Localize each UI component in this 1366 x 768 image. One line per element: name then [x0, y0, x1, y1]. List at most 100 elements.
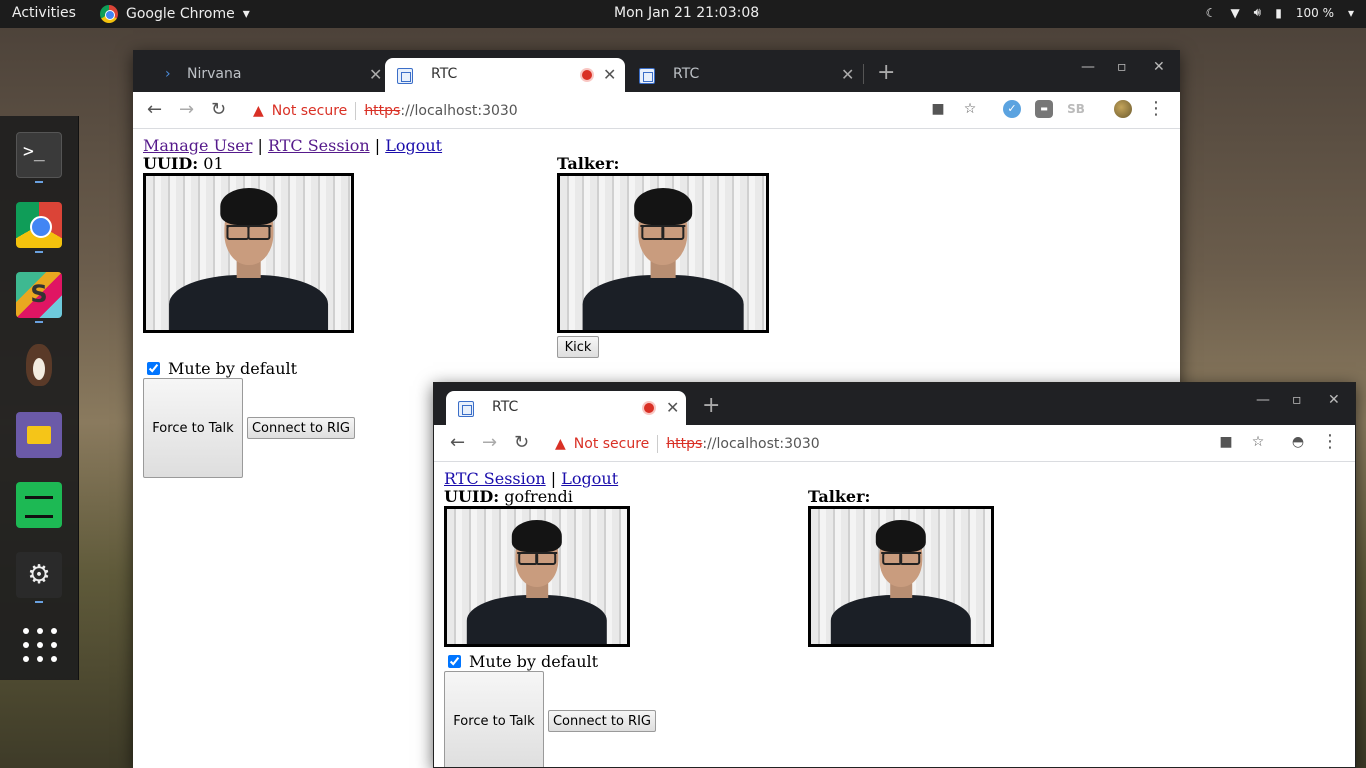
reload-icon[interactable]: ↻	[514, 432, 529, 453]
close-icon[interactable]: ✕	[603, 65, 616, 84]
mute-default-checkbox[interactable]: Mute by default	[147, 359, 297, 378]
forward-arrow-icon[interactable]: →	[482, 432, 497, 453]
kick-button[interactable]: Kick	[557, 336, 599, 358]
camera-icon[interactable]: ■	[1217, 433, 1235, 451]
url-host: ://localhost:3030	[400, 103, 518, 119]
steam-icon[interactable]: ⚙	[16, 552, 62, 598]
terminal-icon[interactable]: >_	[16, 132, 62, 178]
rtc-session-link[interactable]: RTC Session	[268, 136, 370, 155]
clock[interactable]: Mon Jan 21 21:03:08	[614, 5, 759, 21]
tab-nirvana[interactable]: › Nirvana ✕	[141, 58, 383, 92]
window-close-icon[interactable]: ✕	[1328, 392, 1340, 408]
page-content: RTC Session | Logout UUID: gofrendi Talk…	[434, 463, 1355, 767]
menu-kebab-icon[interactable]: ⋮	[1321, 433, 1339, 451]
tab-strip: › Nirvana ✕ RTC ✕ RTC ✕ + — ▫ ✕	[133, 50, 1180, 92]
new-tab-icon[interactable]: +	[702, 393, 720, 418]
talker-heading: Talker:	[557, 154, 620, 173]
logout-link[interactable]: Logout	[385, 136, 442, 155]
maximize-icon[interactable]: ▫	[1117, 59, 1127, 75]
connect-to-rig-button[interactable]: Connect to RIG	[548, 710, 656, 732]
reload-icon[interactable]: ↻	[211, 99, 226, 120]
spotify-icon[interactable]	[16, 482, 62, 528]
app-menu[interactable]: Google Chrome ▾	[100, 5, 250, 23]
warning-icon: ▲	[555, 436, 566, 452]
url-host: ://localhost:3030	[702, 436, 820, 452]
close-icon[interactable]: ✕	[666, 398, 679, 417]
local-video	[444, 506, 630, 647]
url-scheme: https	[364, 103, 401, 119]
camera-icon[interactable]: ■	[929, 100, 947, 118]
mute-checkbox-input[interactable]	[448, 655, 461, 668]
running-indicator	[35, 321, 43, 323]
maximize-icon[interactable]: ▫	[1292, 392, 1302, 408]
close-icon[interactable]: ✕	[841, 65, 854, 84]
local-video	[143, 173, 354, 333]
logout-link[interactable]: Logout	[561, 469, 618, 488]
minimize-icon[interactable]: —	[1081, 59, 1095, 75]
chevron-down-icon: ▾	[242, 6, 250, 22]
force-to-talk-button[interactable]: Force to Talk	[143, 378, 243, 478]
profile-avatar-icon[interactable]	[1114, 100, 1132, 118]
battery-icon: ▮	[1275, 5, 1282, 20]
system-tray[interactable]: ☾ ▼ 🔊︎ ▮ 100 % ▾	[1206, 5, 1354, 20]
address-bar[interactable]: ▲ Not secure https ://localhost:3030	[555, 431, 820, 457]
bird-icon[interactable]	[16, 342, 62, 388]
uuid-line: UUID: 01	[143, 154, 224, 173]
talker-video	[557, 173, 769, 333]
talker-heading: Talker:	[808, 487, 871, 506]
uuid-line: UUID: gofrendi	[444, 487, 573, 506]
chrome-icon	[100, 5, 118, 23]
tab-rtc-second[interactable]: RTC ✕	[627, 58, 867, 92]
nav-links: Manage User | RTC Session | Logout	[143, 136, 442, 155]
slack-icon[interactable]	[16, 272, 62, 318]
recording-icon	[644, 403, 654, 413]
back-arrow-icon[interactable]: ←	[147, 99, 162, 120]
dock: >_ ⚙	[0, 116, 79, 680]
extension-blue-icon[interactable]: ✓	[1003, 100, 1021, 118]
new-tab-icon[interactable]: +	[877, 60, 895, 85]
extension-line-icon[interactable]: ▬	[1035, 100, 1053, 118]
menu-kebab-icon[interactable]: ⋮	[1147, 100, 1165, 118]
talker-video	[808, 506, 994, 647]
night-light-icon: ☾	[1205, 5, 1217, 20]
running-indicator	[35, 251, 43, 253]
mute-checkbox-input[interactable]	[147, 362, 160, 375]
incognito-icon[interactable]: ◓	[1289, 433, 1307, 451]
files-icon[interactable]	[16, 412, 62, 458]
nav-separator: |	[374, 136, 381, 155]
tab-rtc-active[interactable]: RTC ✕	[385, 58, 625, 92]
extension-sb-icon[interactable]: SB	[1067, 100, 1085, 118]
activities-button[interactable]: Activities	[12, 5, 76, 21]
rtc-favicon-icon	[639, 68, 655, 84]
mute-default-checkbox[interactable]: Mute by default	[448, 652, 598, 671]
url-divider	[355, 102, 357, 120]
chrome-icon[interactable]	[16, 202, 62, 248]
back-arrow-icon[interactable]: ←	[450, 432, 465, 453]
rtc-session-link[interactable]: RTC Session	[444, 469, 546, 488]
recording-icon	[582, 70, 592, 80]
minimize-icon[interactable]: —	[1256, 392, 1270, 408]
nav-separator: |	[550, 469, 557, 488]
star-icon[interactable]: ☆	[1249, 433, 1267, 451]
star-icon[interactable]: ☆	[961, 100, 979, 118]
manage-user-link[interactable]: Manage User	[143, 136, 252, 155]
address-bar[interactable]: ▲ Not secure https ://localhost:3030	[253, 98, 518, 124]
mute-label: Mute by default	[469, 652, 599, 671]
tab-title: Nirvana	[187, 66, 242, 82]
force-to-talk-button[interactable]: Force to Talk	[444, 671, 544, 767]
not-secure-label: Not secure	[271, 103, 348, 119]
tab-title: RTC	[492, 399, 519, 415]
close-icon[interactable]: ✕	[369, 65, 382, 84]
app-grid-icon[interactable]	[16, 622, 62, 668]
forward-arrow-icon[interactable]: →	[179, 99, 194, 120]
uuid-value: gofrendi	[499, 487, 573, 506]
window-close-icon[interactable]: ✕	[1153, 59, 1165, 75]
uuid-label: UUID:	[444, 487, 500, 506]
connect-to-rig-button[interactable]: Connect to RIG	[247, 417, 355, 439]
battery-percent: 100 %	[1295, 5, 1334, 20]
rtc-favicon-icon	[397, 68, 413, 84]
gnome-top-bar: Activities Google Chrome ▾ Mon Jan 21 21…	[0, 0, 1366, 28]
not-secure-label: Not secure	[573, 436, 650, 452]
tab-rtc-active[interactable]: RTC ✕	[446, 391, 686, 425]
rtc-favicon-icon	[458, 401, 474, 417]
